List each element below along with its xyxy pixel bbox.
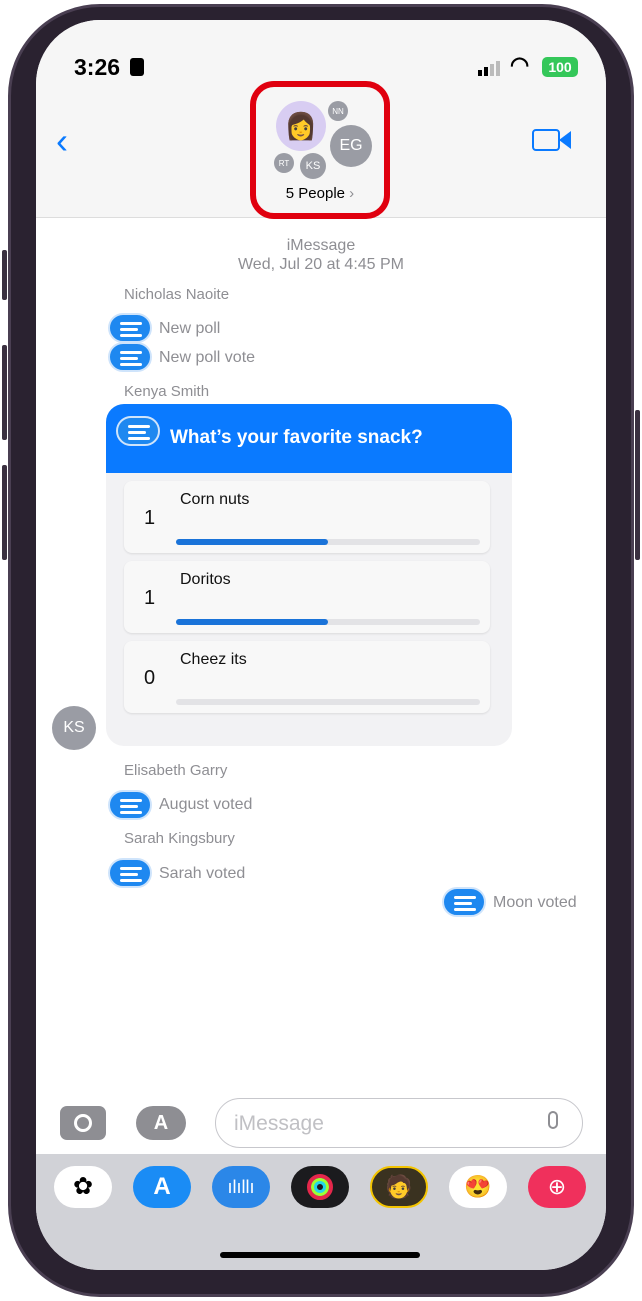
vote-bar	[176, 699, 480, 705]
apps-button[interactable]: A	[136, 1106, 186, 1140]
vote-bar-fill	[176, 619, 328, 625]
nav-header: 3:26 ◠ 100 ‹ 👩 NN EG RT KS 5 People ›	[36, 20, 606, 219]
poll-icon	[108, 342, 152, 372]
back-button[interactable]: ‹	[56, 120, 68, 162]
event-vote[interactable]: Sarah voted	[159, 865, 245, 883]
home-indicator[interactable]	[220, 1252, 420, 1258]
video-call-button[interactable]	[532, 129, 560, 151]
camera-icon	[74, 1114, 92, 1132]
avatar-nn: NN	[328, 101, 348, 121]
group-info-button[interactable]: 👩 NN EG RT KS 5 People ›	[250, 81, 390, 219]
poll-option[interactable]: 1 Corn nuts	[124, 481, 490, 553]
memoji-avatar: 👩	[276, 101, 326, 151]
app-store-icon[interactable]: A	[133, 1166, 191, 1208]
sender-name: Sarah Kingsbury	[124, 830, 235, 847]
poll-icon	[108, 790, 152, 820]
poll-option[interactable]: 0 Cheez its	[124, 641, 490, 713]
sender-name: Elisabeth Garry	[124, 762, 228, 779]
poll-question: What’s your favorite snack?	[170, 427, 423, 448]
message-placeholder: iMessage	[234, 1112, 324, 1135]
chevron-right-icon: ›	[345, 185, 355, 202]
event-new-poll[interactable]: New poll	[159, 320, 220, 338]
group-title: 5 People	[285, 185, 346, 202]
message-input[interactable]: iMessage	[215, 1098, 583, 1148]
power-button	[635, 410, 640, 560]
volume-down-button	[2, 465, 7, 560]
event-own-vote[interactable]: Moon voted	[493, 894, 577, 912]
focus-icon	[130, 58, 144, 76]
signal-icon	[478, 60, 504, 76]
camera-button[interactable]	[60, 1106, 106, 1140]
avatar-ks: KS	[300, 153, 326, 179]
wifi-icon: ◠	[510, 52, 530, 77]
memoji-camera-icon[interactable]: 🧑	[370, 1166, 428, 1208]
poll-header: What’s your favorite snack?	[106, 404, 512, 473]
sender-avatar[interactable]: KS	[52, 706, 96, 750]
avatar-eg: EG	[330, 125, 372, 167]
option-label: Cheez its	[180, 651, 247, 668]
avatar-rt: RT	[274, 153, 294, 173]
app-drawer: ✿ A ılıllı 🧑 😍 ⊕	[36, 1154, 606, 1270]
thread-date: Wed, Jul 20 at 4:45 PM	[237, 256, 404, 273]
vote-count: 0	[144, 667, 156, 689]
vote-count: 1	[144, 587, 156, 609]
sender-name: Kenya Smith	[124, 383, 210, 400]
poll-card[interactable]: What’s your favorite snack? 1 Corn nuts 1 D…	[106, 404, 512, 746]
vote-bar-fill	[176, 539, 328, 545]
event-vote[interactable]: August voted	[159, 796, 252, 814]
memoji-stickers-icon[interactable]: 😍	[449, 1166, 507, 1208]
video-camera-icon	[559, 131, 571, 149]
poll-option[interactable]: 1 Doritos	[124, 561, 490, 633]
vote-bar	[176, 619, 480, 625]
status-time: 3:26	[74, 54, 121, 80]
mute-switch	[2, 250, 7, 300]
event-new-poll-vote[interactable]: New poll vote	[159, 349, 255, 367]
poll-icon	[108, 858, 152, 888]
poll-icon	[116, 416, 160, 446]
option-label: Doritos	[180, 571, 231, 588]
vote-bar	[176, 539, 480, 545]
image-search-icon[interactable]: ⊕	[528, 1166, 586, 1208]
poll-icon	[108, 313, 152, 343]
microphone-icon[interactable]	[548, 1111, 558, 1129]
service-label: iMessage	[286, 237, 356, 254]
sender-name: Nicholas Naoite	[124, 286, 230, 303]
poll-icon	[442, 887, 486, 917]
photos-app-icon[interactable]: ✿	[54, 1166, 112, 1208]
vote-count: 1	[144, 507, 156, 529]
battery-indicator: 100	[542, 57, 578, 77]
activity-icon[interactable]	[291, 1166, 349, 1208]
volume-up-button	[2, 345, 7, 440]
voice-memo-icon[interactable]: ılıllı	[212, 1166, 270, 1208]
option-label: Corn nuts	[180, 491, 250, 508]
screen: 3:26 ◠ 100 ‹ 👩 NN EG RT KS 5 People › iM…	[36, 20, 606, 1270]
